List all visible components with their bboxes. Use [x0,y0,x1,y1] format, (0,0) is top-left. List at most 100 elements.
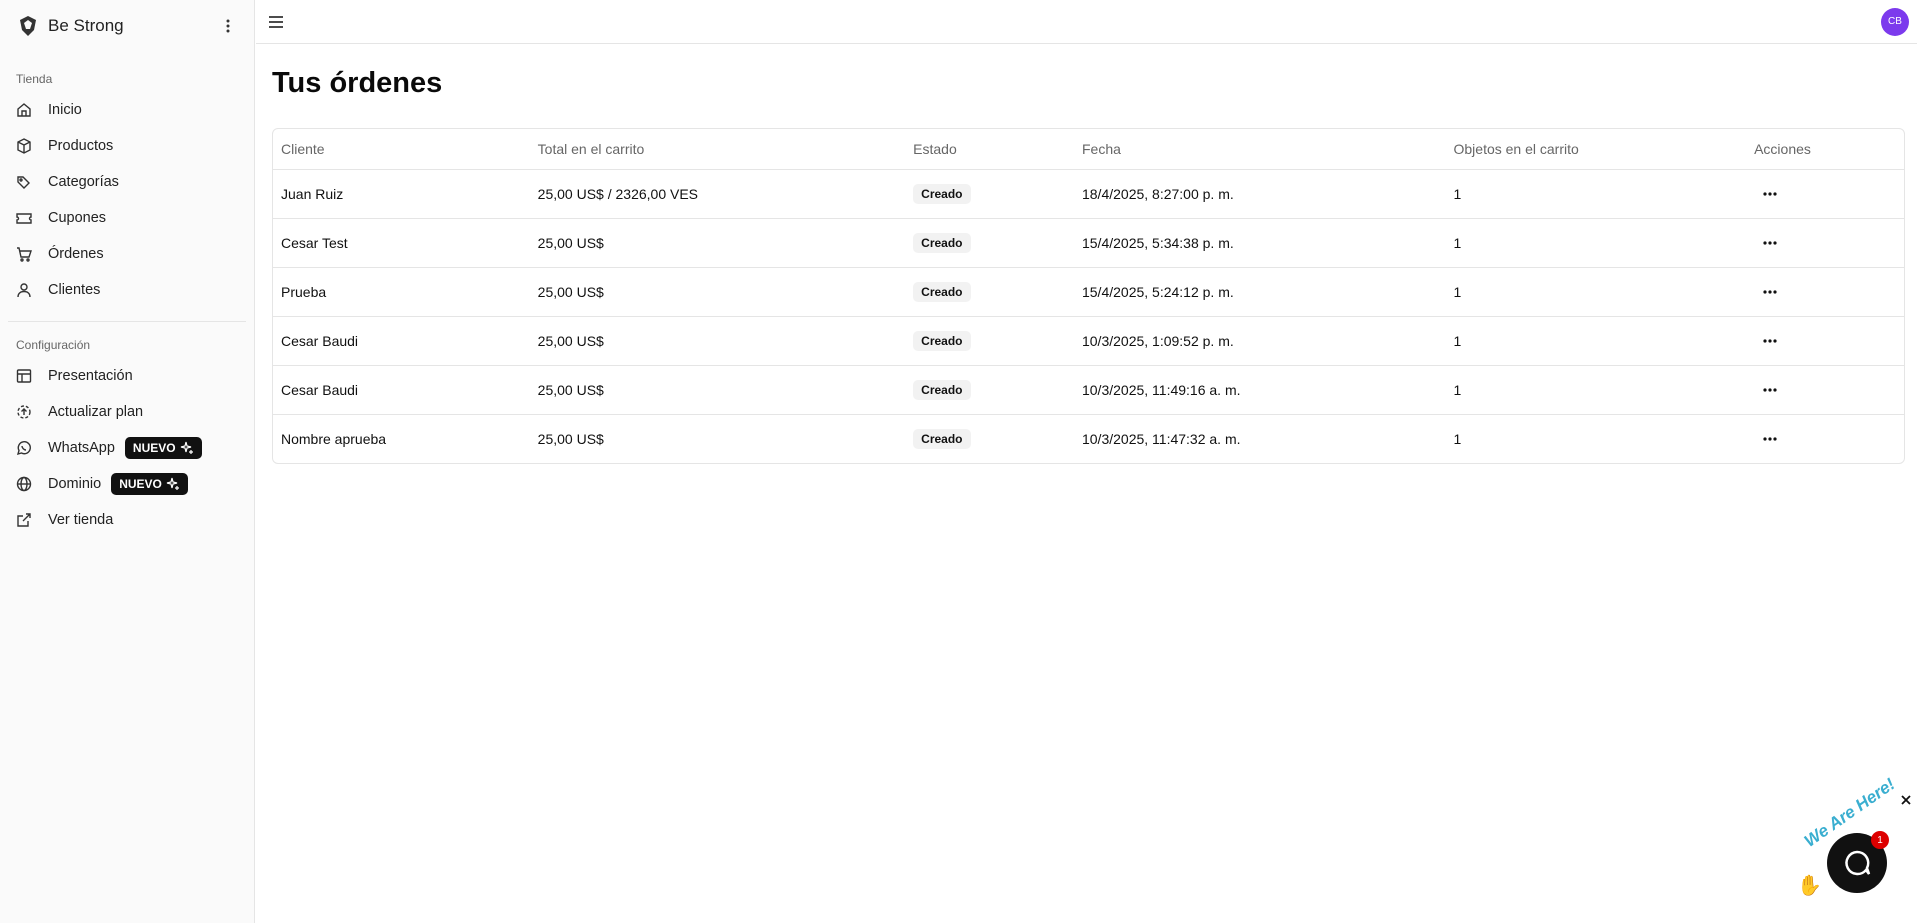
sidebar-item-label: Dominio [48,476,102,492]
sidebar-item-presentacion[interactable]: Presentación [8,358,246,394]
cell-fecha: 15/4/2025, 5:34:38 p. m. [1073,218,1446,268]
cell-acciones [1746,169,1904,219]
cell-total: 25,00 US$ [529,218,906,268]
cell-fecha: 10/3/2025, 11:49:16 a. m. [1073,365,1446,415]
group-label-tienda: Tienda [16,72,53,86]
cell-acciones [1746,365,1904,415]
table-row: Juan Ruiz 25,00 US$ / 2326,00 VES Creado 18… [273,169,1904,219]
layout-icon [16,368,32,384]
status-badge: Creado [913,281,971,302]
sidebar-item-label: Productos [48,138,114,154]
sidebar-item-whatsapp[interactable]: WhatsApp NUEVO [8,430,246,466]
cell-fecha: 10/3/2025, 11:47:32 a. m. [1081,430,1241,447]
package-icon [16,138,32,154]
sidebar-item-ver-tienda[interactable]: Ver tienda [8,502,246,538]
cart-icon [16,246,32,262]
sidebar-item-inicio[interactable]: Inicio [8,92,246,128]
orders-table-container: Cliente Total en el carrito Estado Fecha… [272,128,1905,464]
cell-estado: Creado [905,365,1074,415]
notification-count-badge: 1 [1871,831,1889,849]
more-horizontal-icon[interactable] [1758,184,1782,204]
sidebar-item-label: Órdenes [48,246,104,262]
status-badge: Creado [913,183,971,204]
table-row: Cesar Baudi 25,00 US$ Creado 10/3/2025, 1:0… [273,316,1904,366]
cell-acciones [1746,218,1904,268]
cell-estado: Creado [905,218,1074,268]
sidebar-item-label: Inicio [48,102,82,118]
table-row: Cesar Test 25,00 US$ Creado 15/4/2025, 5:34… [273,218,1904,268]
cell-total: 25,00 US$ [529,316,906,366]
orders-table: Cliente Total en el carrito Estado Fecha… [273,129,1904,463]
group-label-configuracion: Configuración [16,338,91,352]
more-horizontal-icon[interactable] [1758,331,1782,351]
cell-estado: Creado [905,169,1074,219]
sidebar-item-label: Actualizar plan [48,404,144,420]
table-header-row: Cliente Total en el carrito Estado Fecha… [273,129,1904,170]
more-horizontal-icon[interactable] [1758,429,1782,449]
brand-name: Be Strong [48,16,124,35]
globe-icon [16,476,32,492]
cell-objetos: 1 [1445,218,1747,268]
cell-fecha: 15/4/2025, 5:24:12 p. m. [1073,267,1446,317]
cell-acciones [1746,414,1904,463]
sidebar-item-clientes[interactable]: Clientes [8,272,246,308]
sidebar-item-categorias[interactable]: Categorías [8,164,246,200]
sidebar-item-dominio[interactable]: Dominio NUEVO [8,466,246,502]
home-icon [16,102,32,118]
nav-configuracion: Presentación Actualizar plan WhatsApp NU… [0,358,254,538]
more-horizontal-icon[interactable] [1758,380,1782,400]
avatar[interactable]: CB [1881,7,1909,36]
user-icon [16,282,32,298]
sidebar-item-productos[interactable]: Productos [8,128,246,164]
sidebar-item-label: Ver tienda [48,512,114,528]
more-horizontal-icon[interactable] [1758,233,1782,253]
external-link-icon [16,512,32,528]
cell-objetos: 1 [1445,365,1747,415]
chat-bubble-icon [1845,850,1871,876]
cell-fecha: 18/4/2025, 8:27:00 p. m. [1073,169,1446,219]
sidebar-item-ordenes[interactable]: Órdenes [8,236,246,272]
tags-icon [16,174,32,190]
sidebar-item-label: Clientes [48,282,101,298]
upgrade-icon [16,404,32,420]
sidebar-item-label: WhatsApp [48,440,115,456]
sidebar-item-label: Presentación [48,368,133,384]
cell-estado: Creado [905,316,1074,366]
sidebar-divider [8,321,246,322]
sidebar-item-cupones[interactable]: Cupones [8,200,246,236]
close-icon[interactable] [1899,793,1913,807]
column-header: Objetos en el carrito [1445,129,1747,170]
column-header: Cliente [273,129,530,170]
cell-cliente: Cesar Baudi [273,365,530,415]
cell-estado: Creado [905,267,1074,317]
cell-objetos: 1 [1453,430,1462,447]
cell-objetos: 1 [1445,267,1747,317]
table-row: Cesar Baudi 25,00 US$ Creado 10/3/2025, 11:… [273,365,1904,415]
sparkle-icon [166,477,179,490]
brand-logo-icon [20,16,36,36]
sidebar-item-actualizar-plan[interactable]: Actualizar plan [8,394,246,430]
column-header: Estado [905,129,1074,170]
topbar: CB [256,0,1917,44]
more-vertical-icon[interactable] [218,16,238,36]
cell-cliente: Cesar Test [273,218,530,268]
table-row: Prueba 25,00 US$ Creado 15/4/2025, 5:24:12 … [273,267,1904,317]
cell-total: 25,00 US$ [529,365,906,415]
cell-estado: Creado [905,414,1074,463]
column-header: Acciones [1746,129,1904,170]
cell-acciones [1746,316,1904,366]
table-row: Nombre aprueba 25,00 US$ Creado 10/3/2025, … [273,414,1904,463]
more-horizontal-icon[interactable] [1758,282,1782,302]
main-content: Tus órdenes Cliente Total en el carrito … [256,45,1917,923]
status-badge: Creado [913,232,971,253]
brand: Be Strong [0,0,254,52]
sparkle-icon [180,441,193,454]
new-badge-label: NUEVO [132,441,176,455]
cell-fecha: 10/3/2025, 1:09:52 p. m. [1073,316,1446,366]
wave-hand-icon: ✋ [1797,875,1822,897]
cell-total: 25,00 US$ / 2326,00 VES [529,169,906,219]
new-badge: NUEVO [111,473,188,495]
menu-icon[interactable] [266,12,286,32]
sidebar-item-label: Cupones [48,210,107,226]
status-badge: Creado [913,379,971,400]
